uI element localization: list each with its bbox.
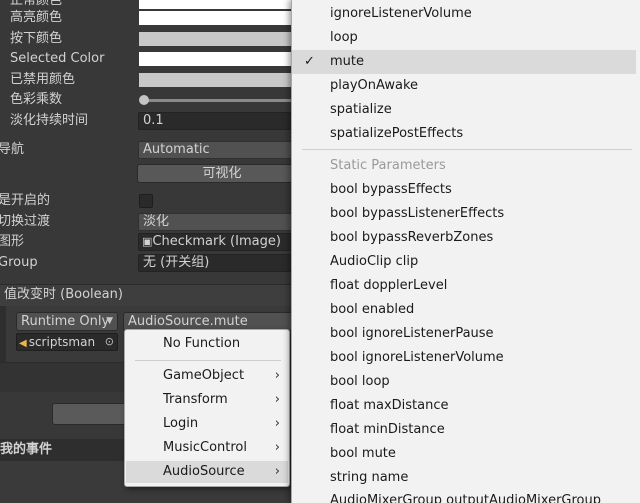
menu-item-no-function[interactable]: No Function	[126, 333, 288, 355]
menu-item-musiccontrol[interactable]: MusicControl ›	[126, 437, 288, 459]
normal-color-swatch[interactable]	[139, 0, 299, 9]
label-group: Group	[0, 255, 38, 270]
menu-item-play-on-awake[interactable]: playOnAwake	[292, 74, 636, 98]
menu-item-loop[interactable]: loop	[292, 26, 636, 50]
menu-item-enabled[interactable]: bool enabled	[292, 298, 636, 322]
speaker-icon: ◀	[19, 338, 27, 349]
selected-color-swatch[interactable]	[139, 52, 299, 66]
event-target-label: scriptsman	[28, 335, 96, 349]
dropdown-arrow-icon: ▼	[106, 316, 113, 326]
static-parameters-header: Static Parameters	[330, 158, 446, 173]
menu-item-label: Transform	[163, 392, 228, 407]
chevron-right-icon: ›	[274, 416, 280, 431]
menu-item-bypass-listener-effects[interactable]: bool bypassListenerEffects	[292, 202, 636, 226]
label-color-multiplier: 色彩乘数	[10, 92, 63, 107]
highlighted-color-swatch[interactable]	[139, 11, 299, 25]
disabled-color-swatch[interactable]	[139, 73, 299, 87]
audiosource-submenu: ignoreListenerVolume loop ✓ mute playOnA…	[291, 0, 640, 503]
menu-item-label: MusicControl	[163, 440, 247, 455]
image-icon: ▣	[142, 235, 153, 248]
menu-item-label: No Function	[163, 336, 241, 351]
menu-item-ignore-listener-volume-static[interactable]: bool ignoreListenerVolume	[292, 346, 636, 370]
color-multiplier-slider-handle[interactable]	[139, 95, 149, 105]
menu-divider	[135, 360, 281, 361]
menu-item-ignore-listener-volume[interactable]: ignoreListenerVolume	[292, 2, 636, 26]
navigation-dropdown[interactable]: Automatic	[138, 141, 308, 159]
menu-item-transform[interactable]: Transform ›	[126, 389, 288, 411]
menu-item-ignore-listener-pause[interactable]: bool ignoreListenerPause	[292, 322, 636, 346]
add-component-button[interactable]	[52, 403, 132, 425]
object-picker-icon[interactable]: ⊙	[105, 334, 114, 350]
menu-item-spatialize[interactable]: spatialize	[292, 98, 636, 122]
graphic-object-field[interactable]: ▣Checkmark (Image)	[138, 233, 308, 251]
menu-item-clip[interactable]: AudioClip clip	[292, 250, 636, 274]
fade-duration-input[interactable]: 0.1	[138, 112, 308, 130]
menu-item-name[interactable]: string name	[292, 466, 636, 490]
label-toggle-transition: 切换过渡	[0, 214, 51, 229]
chevron-right-icon: ›	[274, 392, 280, 407]
menu-item-login[interactable]: Login ›	[126, 413, 288, 435]
menu-item-label: mute	[330, 54, 364, 69]
chevron-right-icon: ›	[274, 368, 280, 383]
menu-divider	[302, 149, 632, 150]
menu-item-bypass-reverb-zones[interactable]: bool bypassReverbZones	[292, 226, 636, 250]
label-highlighted-color: 高亮颜色	[10, 10, 63, 25]
chevron-right-icon: ›	[274, 464, 280, 479]
menu-item-label: AudioSource	[163, 464, 245, 479]
toggle-transition-dropdown[interactable]: 淡化	[138, 213, 308, 231]
menu-item-min-distance[interactable]: float minDistance	[292, 418, 636, 442]
event-target-object-field[interactable]: ◀ scriptsman ⊙	[16, 333, 118, 351]
menu-item-spatialize-post-effects[interactable]: spatializePostEffects	[292, 122, 636, 146]
label-disabled-color: 已禁用颜色	[10, 72, 76, 87]
runtime-only-label: Runtime Only	[21, 314, 110, 329]
menu-item-doppler-level[interactable]: float dopplerLevel	[292, 274, 636, 298]
label-selected-color: Selected Color	[10, 51, 105, 66]
label-fade-duration: 淡化持续时间	[10, 113, 89, 128]
label-pressed-color: 按下颜色	[10, 31, 63, 46]
runtime-only-dropdown[interactable]: Runtime Only ▼	[16, 312, 118, 331]
menu-item-output-audio-mixer-group[interactable]: AudioMixerGroup outputAudioMixerGroup	[292, 489, 636, 503]
menu-item-loop-static[interactable]: bool loop	[292, 370, 636, 394]
group-object-field[interactable]: 无 (开关组)	[138, 254, 308, 272]
label-is-on: 是开启的	[0, 193, 51, 208]
menu-item-label: GameObject	[163, 368, 245, 383]
visualize-button[interactable]: 可视化	[137, 164, 307, 183]
check-icon: ✓	[304, 54, 315, 69]
chevron-right-icon: ›	[274, 440, 280, 455]
menu-item-audiosource[interactable]: AudioSource ›	[126, 461, 288, 483]
function-menu: No Function GameObject › Transform › Log…	[124, 329, 290, 487]
menu-item-mute[interactable]: ✓ mute	[292, 50, 636, 74]
is-on-checkbox[interactable]	[139, 194, 153, 208]
menu-item-max-distance[interactable]: float maxDistance	[292, 394, 636, 418]
graphic-value: Checkmark (Image)	[152, 234, 281, 249]
on-value-changed-header: 值改变时 (Boolean)	[0, 284, 300, 306]
menu-item-label: Login	[163, 416, 199, 431]
menu-item-bypass-effects[interactable]: bool bypassEffects	[292, 178, 636, 202]
menu-item-gameobject[interactable]: GameObject ›	[126, 365, 288, 387]
label-normal-color: 正常颜色	[10, 0, 63, 8]
label-navigation: 导航	[0, 142, 25, 157]
menu-item-mute-static[interactable]: bool mute	[292, 442, 636, 466]
label-graphic: 图形	[0, 234, 25, 249]
pressed-color-swatch[interactable]	[139, 32, 299, 46]
color-multiplier-slider-track[interactable]	[143, 99, 303, 102]
